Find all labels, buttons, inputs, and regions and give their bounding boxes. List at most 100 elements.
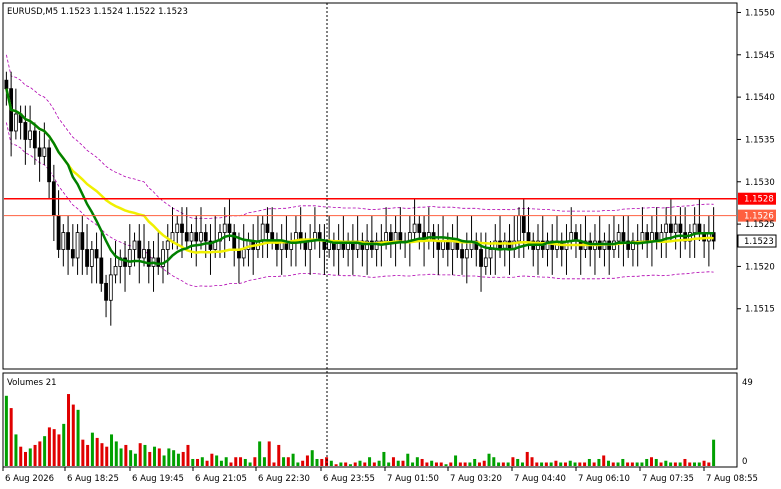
volume-bar xyxy=(454,455,458,466)
candle-body xyxy=(113,266,118,276)
envelope-upper xyxy=(6,54,714,220)
candle-body xyxy=(669,223,673,233)
price-tick-label: 1.1515 xyxy=(745,305,775,315)
volume-bar xyxy=(205,460,209,466)
volume-bar xyxy=(664,460,668,466)
volume-bar xyxy=(100,443,104,466)
time-tick-label: 6 Aug 21:05 xyxy=(195,474,247,484)
volume-bar xyxy=(635,462,639,466)
volume-bar xyxy=(487,453,491,466)
volume-bar xyxy=(243,458,247,466)
candle-body xyxy=(260,223,265,242)
volume-bar xyxy=(673,462,677,466)
time-tick-label: 7 Aug 04:40 xyxy=(514,474,566,484)
candle-body xyxy=(488,249,493,259)
volume-bar xyxy=(47,427,51,466)
volume-bar xyxy=(401,460,405,466)
volume-bar xyxy=(688,462,692,466)
volume-bar xyxy=(272,462,276,466)
candle-body xyxy=(199,232,203,242)
volume-bar xyxy=(549,462,553,466)
candle-body xyxy=(616,232,621,242)
volume-bar xyxy=(296,462,300,466)
volume-bar xyxy=(654,458,658,466)
fast-moving-average xyxy=(5,88,714,266)
volume-bar xyxy=(196,458,200,466)
candle-body xyxy=(85,249,89,267)
volume-bar xyxy=(463,462,467,466)
volume-bar xyxy=(210,453,214,466)
price-tick-label: 1.1525 xyxy=(745,220,775,230)
volume-bar xyxy=(683,458,687,466)
volume-bar xyxy=(387,462,391,466)
volume-bar xyxy=(368,457,372,466)
candle-body xyxy=(89,249,94,267)
volume-bar xyxy=(43,436,47,466)
volume-bar xyxy=(563,462,567,466)
volume-bar xyxy=(81,439,85,466)
candle-body xyxy=(521,215,526,233)
volume-bar xyxy=(291,453,295,466)
time-tick-label: 6 Aug 23:55 xyxy=(323,474,375,484)
candle-body xyxy=(441,240,445,250)
volume-bottom-tick: 0 xyxy=(742,457,747,467)
volume-bar xyxy=(358,460,362,466)
time-tick-label: 7 Aug 08:55 xyxy=(706,474,758,484)
volume-bar xyxy=(525,451,529,466)
volume-bar xyxy=(511,457,515,466)
volume-bar xyxy=(602,455,606,466)
volume-bar xyxy=(239,457,243,466)
volume-bar xyxy=(282,457,286,466)
candle-body xyxy=(526,232,531,242)
candle-body xyxy=(61,232,66,250)
volume-bar xyxy=(200,457,204,466)
volume-bar xyxy=(153,446,157,466)
volume-bar xyxy=(411,462,415,466)
volume-bar xyxy=(277,444,281,466)
candle-body xyxy=(517,215,521,242)
volume-bar xyxy=(320,458,324,466)
volume-bar xyxy=(305,455,309,466)
candle-body xyxy=(697,223,702,233)
candle-body xyxy=(645,232,650,242)
volume-bar xyxy=(597,458,601,466)
volume-bar xyxy=(86,444,90,466)
volume-bar xyxy=(71,404,75,466)
volume-bar xyxy=(669,462,673,466)
volume-bar xyxy=(678,462,682,466)
candle-body xyxy=(47,147,51,183)
candle-body xyxy=(99,257,104,284)
volume-bar xyxy=(229,462,233,466)
time-tick-label: 6 Aug 2026 xyxy=(5,474,54,484)
candle-body xyxy=(165,240,170,250)
volume-bar xyxy=(611,462,615,466)
volume-panel-frame xyxy=(2,372,738,468)
candle-body xyxy=(180,223,184,233)
volume-bars xyxy=(4,394,716,466)
candle-body xyxy=(194,232,199,242)
time-tick-label: 6 Aug 19:45 xyxy=(132,474,184,484)
current-price-label: 1.1523 xyxy=(744,237,774,247)
volume-bar xyxy=(659,462,663,466)
volume-bar xyxy=(267,441,271,466)
time-tick-label: 7 Aug 01:50 xyxy=(387,474,439,484)
volume-bar xyxy=(458,462,462,466)
price-tick-label: 1.1540 xyxy=(745,93,775,103)
candle-body xyxy=(678,223,683,233)
volume-bar xyxy=(621,458,625,466)
candle-body xyxy=(227,223,232,233)
volume-bar xyxy=(4,395,8,466)
candle-body xyxy=(66,232,70,250)
volume-bar xyxy=(262,457,266,466)
candle-body xyxy=(664,223,669,233)
price-tick-label: 1.1520 xyxy=(745,262,775,272)
volume-bar xyxy=(90,432,94,466)
volume-bar xyxy=(640,462,644,466)
candle-body xyxy=(265,223,270,233)
volume-bar xyxy=(630,462,634,466)
volume-bar xyxy=(176,453,180,466)
volume-bar xyxy=(162,455,166,466)
volume-bar xyxy=(616,462,620,466)
volume-bar xyxy=(286,457,290,466)
volume-bar xyxy=(391,457,395,466)
